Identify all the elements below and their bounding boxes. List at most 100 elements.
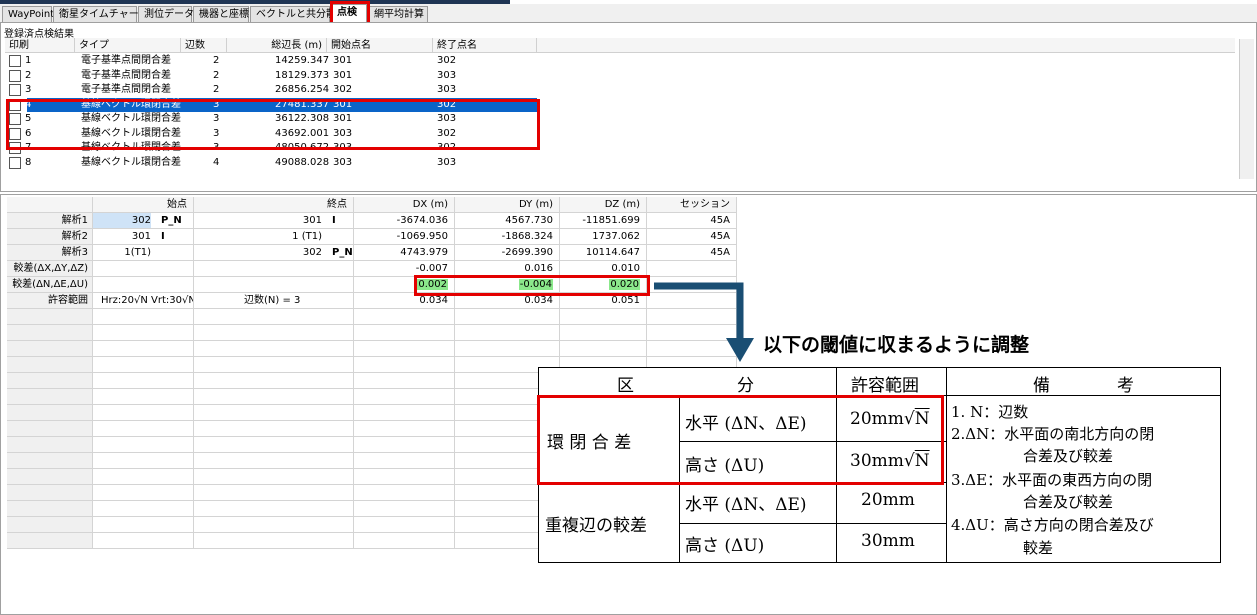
print-checkbox[interactable] <box>9 84 21 96</box>
tab-waypoint[interactable]: WayPoint <box>2 6 54 22</box>
grid-cell[interactable] <box>93 341 194 357</box>
grid-cell[interactable]: -1069.950 <box>354 229 455 245</box>
grid-cell[interactable]: 1737.062 <box>560 229 647 245</box>
grid-cell[interactable] <box>354 469 455 485</box>
grid-cell[interactable] <box>354 357 455 373</box>
grid-cell[interactable] <box>93 453 194 469</box>
grid-header-2[interactable]: 終点 <box>194 197 354 213</box>
grid-cell[interactable] <box>93 357 194 373</box>
print-checkbox[interactable] <box>9 156 21 169</box>
grid-cell[interactable] <box>194 357 354 373</box>
grid-cell[interactable]: -2699.390 <box>455 245 560 261</box>
grid-cell[interactable] <box>354 341 455 357</box>
grid-cell[interactable] <box>93 405 194 421</box>
grid-cell[interactable] <box>194 325 354 341</box>
print-checkbox[interactable] <box>9 69 21 82</box>
grid-cell[interactable] <box>93 421 194 437</box>
grid-cell[interactable]: -1868.324 <box>455 229 560 245</box>
grid-cell[interactable] <box>93 437 194 453</box>
grid-cell[interactable]: 45A <box>647 229 737 245</box>
table-row[interactable]: 1 電子基準点間閉合差 2 14259.347 301 302 <box>5 54 1253 69</box>
grid-cell[interactable] <box>93 533 194 549</box>
grid-cell[interactable] <box>354 373 455 389</box>
grid-cell[interactable] <box>194 421 354 437</box>
grid-cell[interactable] <box>93 469 194 485</box>
tab-satellite-timechart[interactable]: 衛星タイムチャート <box>53 6 149 22</box>
grid-cell[interactable] <box>194 469 354 485</box>
grid-cell[interactable] <box>354 501 455 517</box>
grid-cell[interactable] <box>354 453 455 469</box>
table-row[interactable]: 8 基線ベクトル環閉合差 4 49088.028 303 303 <box>5 156 1253 171</box>
tab-network-adjustment[interactable]: 網平均計算 <box>368 6 428 22</box>
grid-cell[interactable] <box>354 309 455 325</box>
col-header-length[interactable]: 総辺長 (m) <box>227 38 327 53</box>
table-row[interactable]: 3 電子基準点間閉合差 2 26856.254 302 303 <box>5 83 1253 98</box>
grid-header-5[interactable]: DZ (m) <box>560 197 647 213</box>
grid-cell[interactable] <box>93 261 194 277</box>
grid-cell[interactable]: 1(T1) <box>93 245 194 261</box>
grid-cell[interactable] <box>93 517 194 533</box>
tab-vector-covariance[interactable]: ベクトルと共分散 <box>250 6 336 22</box>
grid-cell[interactable] <box>455 309 560 325</box>
col-header-end[interactable]: 終了点名 <box>433 38 537 53</box>
grid-cell[interactable] <box>194 517 354 533</box>
grid-cell[interactable]: 45A <box>647 245 737 261</box>
grid-header-3[interactable]: DX (m) <box>354 197 455 213</box>
col-header-print[interactable]: 印刷 <box>5 38 75 53</box>
grid-cell[interactable]: 1 (T1) <box>194 229 354 245</box>
col-header-type[interactable]: タイプ <box>75 38 181 53</box>
grid-cell[interactable] <box>354 405 455 421</box>
tab-positioning-data[interactable]: 測位データ <box>138 6 194 22</box>
grid-cell[interactable] <box>455 341 560 357</box>
grid-cell[interactable]: 4743.979 <box>354 245 455 261</box>
grid-cell[interactable] <box>93 277 194 293</box>
grid-cell[interactable] <box>194 341 354 357</box>
table-row[interactable]: 2 電子基準点間閉合差 2 18129.373 301 303 <box>5 69 1253 84</box>
grid-cell[interactable]: 10114.647 <box>560 245 647 261</box>
grid-cell[interactable]: -3674.036 <box>354 213 455 229</box>
grid-cell[interactable] <box>194 309 354 325</box>
grid-cell[interactable] <box>354 421 455 437</box>
grid-cell[interactable] <box>354 517 455 533</box>
grid-cell[interactable] <box>455 325 560 341</box>
grid-cell[interactable] <box>354 325 455 341</box>
grid-cell[interactable] <box>194 485 354 501</box>
grid-cell[interactable] <box>93 501 194 517</box>
grid-header-4[interactable]: DY (m) <box>455 197 560 213</box>
grid-cell[interactable]: 4567.730 <box>455 213 560 229</box>
grid-cell[interactable] <box>560 325 647 341</box>
grid-cell[interactable] <box>93 325 194 341</box>
grid-cell[interactable]: 辺数(N) = 3 <box>194 293 354 309</box>
grid-cell[interactable] <box>560 341 647 357</box>
grid-cell[interactable]: 45A <box>647 213 737 229</box>
grid-header-1[interactable]: 始点 <box>93 197 194 213</box>
grid-cell[interactable] <box>194 501 354 517</box>
grid-cell[interactable] <box>194 261 354 277</box>
grid-cell[interactable] <box>194 405 354 421</box>
grid-cell[interactable]: 301 I <box>194 213 354 229</box>
grid-cell[interactable] <box>194 389 354 405</box>
tab-equipment-coordinates[interactable]: 機器と座標 <box>193 6 249 22</box>
grid-cell[interactable]: 301 I <box>93 229 194 245</box>
grid-cell[interactable] <box>93 373 194 389</box>
grid-cell[interactable]: Hrz:20√N Vrt:30√N <box>93 293 194 309</box>
grid-cell[interactable] <box>647 261 737 277</box>
grid-cell[interactable]: -11851.699 <box>560 213 647 229</box>
vertical-scrollbar[interactable] <box>1239 39 1254 179</box>
print-checkbox[interactable] <box>9 55 21 67</box>
col-header-start[interactable]: 開始点名 <box>327 38 433 53</box>
grid-cell[interactable] <box>194 277 354 293</box>
grid-cell[interactable] <box>354 389 455 405</box>
grid-cell[interactable] <box>354 485 455 501</box>
col-header-edges[interactable]: 辺数 <box>181 38 227 53</box>
grid-cell[interactable] <box>93 309 194 325</box>
grid-cell[interactable]: 302 P_N <box>194 245 354 261</box>
grid-cell[interactable] <box>354 533 455 549</box>
grid-cell[interactable] <box>194 453 354 469</box>
grid-cell[interactable] <box>194 373 354 389</box>
grid-cell[interactable]: 302 P_N <box>93 213 194 229</box>
grid-header-6[interactable]: セッション <box>647 197 737 213</box>
grid-cell[interactable] <box>560 309 647 325</box>
grid-header-0[interactable] <box>7 197 93 213</box>
grid-cell[interactable] <box>354 437 455 453</box>
